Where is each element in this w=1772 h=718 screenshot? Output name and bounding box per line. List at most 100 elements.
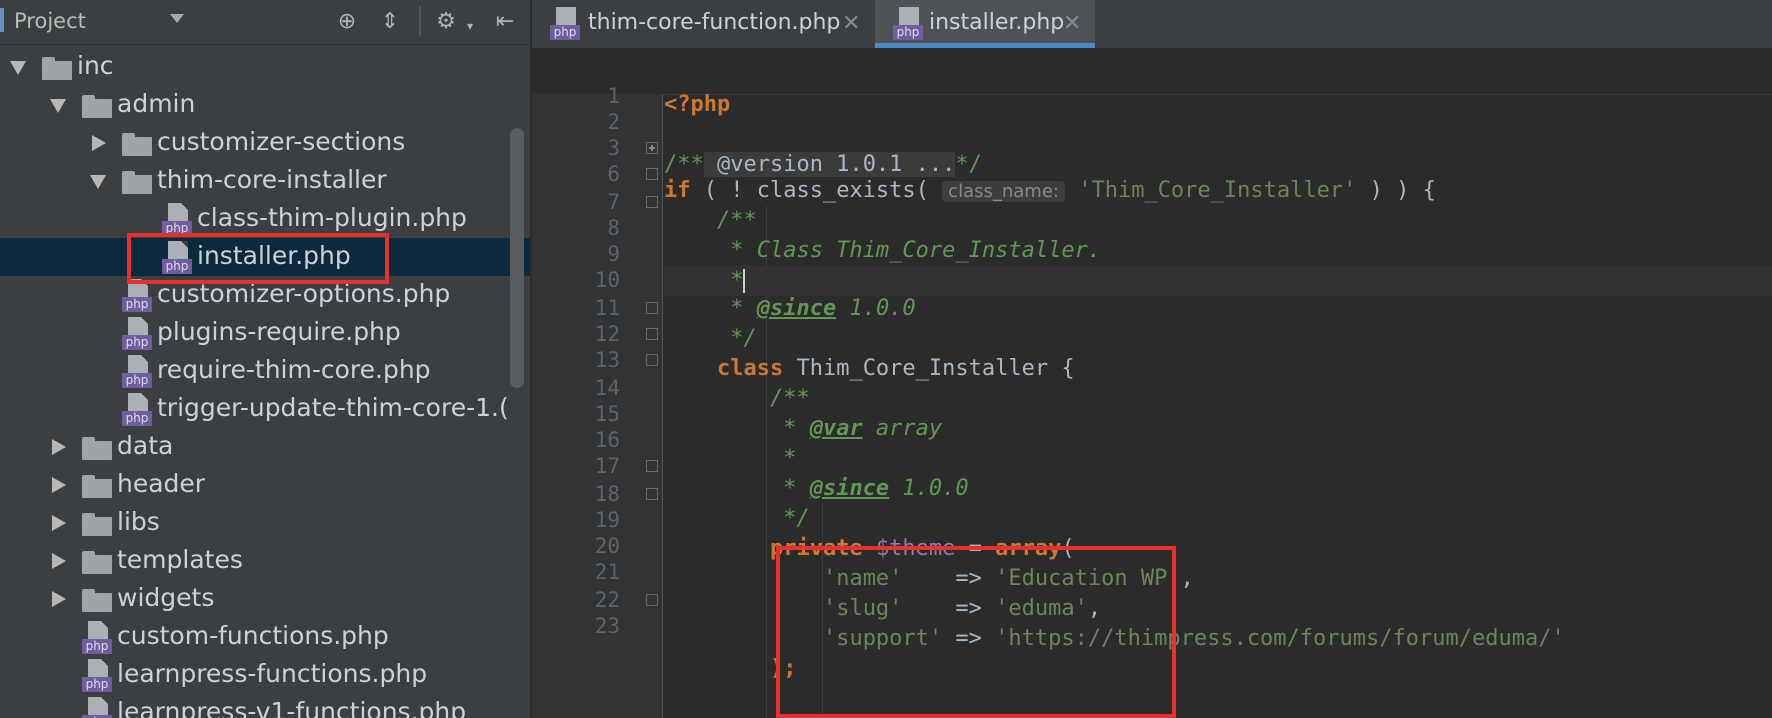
tab-thim-core-function[interactable]: php thim-core-function.php ✕ (532, 0, 872, 48)
tree-item-label: class-thim-plugin.php (197, 203, 467, 232)
fold-marker-icon[interactable] (646, 302, 658, 314)
code-line-7[interactable]: /** (664, 206, 1772, 236)
code-line-16[interactable]: * @since 1.0.0 (664, 474, 1772, 504)
tab-installer[interactable]: php installer.php ✕ (875, 0, 1095, 48)
gear-dropdown-icon[interactable]: ▾ (456, 12, 484, 40)
tree-item-header[interactable]: header (0, 466, 532, 504)
code-line-8[interactable]: * Class Thim_Core_Installer. (664, 236, 1772, 266)
code-line-1[interactable]: <?php (664, 90, 1772, 120)
line-number: 15 (594, 402, 620, 426)
line-number: 14 (594, 376, 620, 400)
php-file-icon: php (550, 7, 580, 41)
code-line-17[interactable]: */ (664, 504, 1772, 534)
tree-item-installer-php[interactable]: php installer.php (0, 238, 532, 276)
tree-item-admin[interactable]: admin (0, 86, 532, 124)
tree-item-widgets[interactable]: widgets (0, 580, 532, 618)
collapse-arrow-icon[interactable] (52, 439, 66, 455)
code-line-9[interactable]: * (664, 266, 1772, 296)
collapse-arrow-icon[interactable] (52, 477, 66, 493)
code-line-20[interactable]: 'slug' => 'eduma', (664, 594, 1772, 624)
collapse-arrow-icon[interactable] (52, 591, 66, 607)
tree-item-libs[interactable]: libs (0, 504, 532, 542)
project-tree[interactable]: inc admin customizer-sections thim-core-ins… (0, 48, 532, 718)
fold-marker-icon[interactable] (646, 354, 658, 366)
close-icon[interactable]: ✕ (842, 11, 860, 36)
code-line-19[interactable]: 'name' => 'Education WP', (664, 564, 1772, 594)
folder-icon (82, 95, 112, 118)
code-line-18[interactable]: private $theme = array( (664, 534, 1772, 564)
fold-marker-icon[interactable] (646, 460, 658, 472)
tree-item-learnpress-v1-functions-php[interactable]: phplearnpress-v1-functions.php (0, 694, 532, 718)
folder-icon (82, 551, 112, 574)
code-line-22[interactable]: ); (664, 654, 1772, 684)
fold-marker-icon[interactable] (646, 196, 658, 208)
code-line-6[interactable]: if ( ! class_exists( class_name: 'Thim_C… (664, 176, 1772, 206)
folder-icon (122, 133, 152, 156)
tree-item-label: templates (117, 545, 243, 574)
code-line-13[interactable]: /** (664, 384, 1772, 414)
tree-item-label: learnpress-v1-functions.php (117, 697, 467, 718)
code-line-15[interactable]: * (664, 444, 1772, 474)
line-number-gutter[interactable]: 1 2 3 6 7 8 9 10 11 12 13 14 15 16 17 18 19 20 21 22 23 (532, 84, 662, 718)
expand-arrow-icon[interactable] (50, 99, 66, 113)
code-line-12[interactable]: class Thim_Core_Installer { (664, 354, 1772, 384)
tree-item-templates[interactable]: templates (0, 542, 532, 580)
tree-item-learnpress-functions-php[interactable]: php learnpress-functions.php (0, 656, 532, 694)
tree-item-class-thim-plugin-php[interactable]: php class-thim-plugin.php (0, 200, 532, 238)
fold-marker-icon[interactable] (646, 328, 658, 340)
collapse-arrow-icon[interactable] (92, 135, 106, 151)
collapse-all-icon[interactable]: ⇕ (376, 8, 404, 36)
line-number: 12 (594, 322, 620, 346)
line-number: 19 (594, 508, 620, 532)
hide-panel-icon[interactable]: ⇤ (491, 8, 519, 36)
tree-item-customizer-sections[interactable]: customizer-sections (0, 124, 532, 162)
code-line-10[interactable]: * @since 1.0.0 (664, 294, 1772, 324)
fold-marker-icon[interactable] (646, 168, 658, 180)
line-number: 18 (594, 482, 620, 506)
line-number: 23 (594, 614, 620, 638)
expand-arrow-icon[interactable] (90, 175, 106, 189)
locate-icon[interactable]: ⊕ (333, 8, 361, 36)
gutter-divider (662, 94, 663, 718)
line-number: 21 (594, 560, 620, 584)
chevron-down-icon[interactable] (170, 14, 184, 23)
tab-label: thim-core-function.php (588, 10, 841, 35)
folded-region[interactable]: @version 1.0.1 ... (703, 152, 956, 177)
close-icon[interactable]: ✕ (1063, 11, 1081, 36)
tree-scrollbar[interactable] (510, 128, 524, 388)
code-line-14[interactable]: * @var array (664, 414, 1772, 444)
line-number: 7 (607, 190, 620, 214)
code-line-11[interactable]: */ (664, 324, 1772, 354)
php-file-icon: php (162, 203, 192, 237)
tree-item-data[interactable]: data (0, 428, 532, 466)
project-panel: Project ⊕ ⇕ ⚙ ▾ ⇤ inc admin customizer-sec… (0, 0, 532, 718)
tree-item-thim-core-installer[interactable]: thim-core-installer (0, 162, 532, 200)
code-line-21[interactable]: 'support' => 'https://thimpress.com/foru… (664, 624, 1772, 654)
tree-item-inc[interactable]: inc (0, 48, 532, 86)
php-file-icon: php (122, 355, 152, 389)
code-area[interactable]: <?php /** @version 1.0.1 ... */ if ( ! cl… (664, 92, 1772, 718)
tree-item-trigger-update-thim-core-1-[interactable]: php trigger-update-thim-core-1.( (0, 390, 532, 428)
tree-item-custom-functions-php[interactable]: php custom-functions.php (0, 618, 532, 656)
tree-item-label: header (117, 469, 206, 498)
folder-icon (82, 513, 112, 536)
project-view-title[interactable]: Project (14, 9, 86, 33)
expand-arrow-icon[interactable] (10, 61, 26, 75)
line-number: 10 (594, 268, 620, 292)
tree-item-label: installer.php (197, 241, 351, 270)
php-file-icon: php (82, 621, 112, 655)
php-file-icon: php (893, 7, 923, 41)
collapse-arrow-icon[interactable] (52, 553, 66, 569)
tree-item-require-thim-core-php[interactable]: php require-thim-core.php (0, 352, 532, 390)
php-file-icon: php (162, 241, 192, 275)
tree-item-customizer-options-php[interactable]: php customizer-options.php (0, 276, 532, 314)
tree-item-plugins-require-php[interactable]: php plugins-require.php (0, 314, 532, 352)
line-number: 3 (607, 136, 620, 160)
project-tool-stripe[interactable] (0, 8, 4, 32)
fold-marker-icon[interactable] (646, 488, 658, 500)
fold-expand-icon[interactable] (646, 142, 658, 154)
collapse-arrow-icon[interactable] (52, 515, 66, 531)
tree-item-label: thim-core-installer (157, 165, 387, 194)
tree-item-label: trigger-update-thim-core-1.( (157, 393, 509, 422)
fold-marker-icon[interactable] (646, 594, 658, 606)
